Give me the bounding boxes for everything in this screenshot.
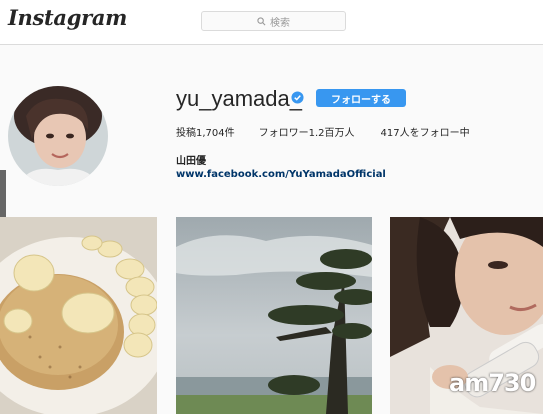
top-navigation-bar: Instagram 検索 bbox=[0, 0, 543, 45]
am730-watermark: am730 bbox=[449, 369, 536, 397]
profile-full-name: 山田優 bbox=[176, 156, 206, 167]
profile-username: yu_yamada_ bbox=[176, 86, 302, 111]
search-placeholder: 検索 bbox=[270, 17, 290, 29]
tree-seascape-photo bbox=[176, 217, 372, 414]
search-icon bbox=[257, 16, 266, 25]
avatar[interactable] bbox=[8, 86, 108, 186]
instagram-logo[interactable]: Instagram bbox=[8, 5, 127, 30]
post-thumbnail-1[interactable] bbox=[0, 217, 157, 414]
watermark-number: 730 bbox=[488, 369, 536, 397]
profile-website-link[interactable]: www.facebook.com/YuYamadaOfficial bbox=[176, 169, 386, 180]
posts-value: 1,704件 bbox=[196, 128, 235, 139]
verified-badge-icon bbox=[291, 91, 304, 104]
following-count[interactable]: 417人をフォロー中 bbox=[381, 124, 470, 139]
followers-count[interactable]: フォロワー1.2百万人 bbox=[259, 124, 355, 139]
followers-label: フォロワー bbox=[258, 128, 309, 139]
follow-button[interactable]: フォローする bbox=[316, 89, 406, 107]
posts-count: 投稿1,704件 bbox=[176, 124, 235, 139]
posts-label: 投稿 bbox=[176, 128, 196, 139]
post-thumbnail-2[interactable] bbox=[176, 217, 372, 414]
watermark-prefix: am bbox=[449, 369, 489, 397]
pancake-photo bbox=[0, 217, 157, 414]
followers-value: 1.2百万人 bbox=[308, 128, 355, 139]
search-input[interactable]: 検索 bbox=[201, 11, 346, 31]
profile-stats: 投稿1,704件 フォロワー1.2百万人 417人をフォロー中 bbox=[176, 124, 470, 139]
